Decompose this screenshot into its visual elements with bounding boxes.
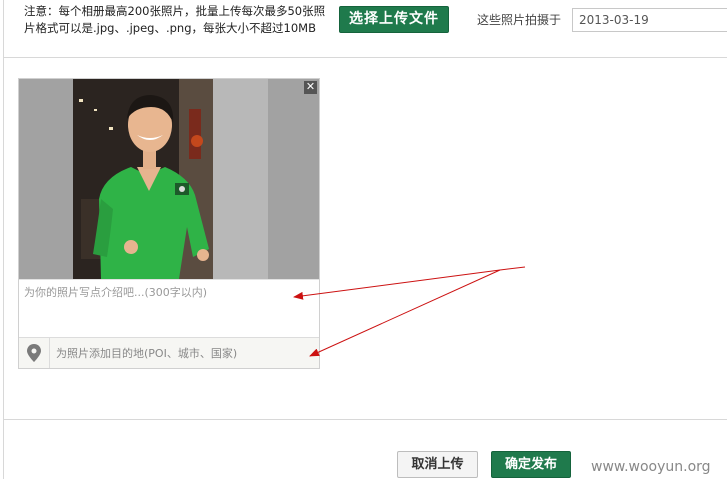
map-pin-icon[interactable]	[19, 338, 50, 368]
annotation-tail	[499, 266, 526, 271]
close-icon[interactable]: ✕	[304, 81, 317, 94]
annotation-arrow-description	[293, 269, 501, 300]
watermark-text: www.wooyun.org	[591, 459, 711, 475]
annotation-arrow-location	[309, 269, 501, 357]
notice-line-2: 片格式可以是.jpg、.jpeg、.png，每张大小不超过10MB	[24, 21, 316, 35]
location-input[interactable]	[51, 338, 319, 368]
cancel-upload-button[interactable]: 取消上传	[397, 451, 478, 478]
date-label: 这些照片拍摄于	[477, 13, 562, 27]
notice-line-1: 注意：每个相册最高200张照片，批量上传每次最多50张照	[24, 4, 326, 18]
left-divider	[3, 0, 4, 479]
location-row	[19, 337, 319, 368]
photo-thumbnail: ✕	[19, 79, 319, 279]
photo-card: ✕	[18, 78, 320, 369]
top-divider	[4, 57, 727, 58]
date-input[interactable]	[572, 8, 727, 32]
upload-notice: 注意：每个相册最高200张照片，批量上传每次最多50张照 片格式可以是.jpg、…	[24, 3, 338, 37]
bottom-divider	[4, 419, 727, 420]
select-upload-file-button[interactable]: 选择上传文件	[339, 6, 449, 33]
photo-image	[19, 79, 319, 279]
photo-description-input[interactable]	[19, 279, 319, 337]
confirm-publish-button[interactable]: 确定发布	[491, 451, 571, 478]
